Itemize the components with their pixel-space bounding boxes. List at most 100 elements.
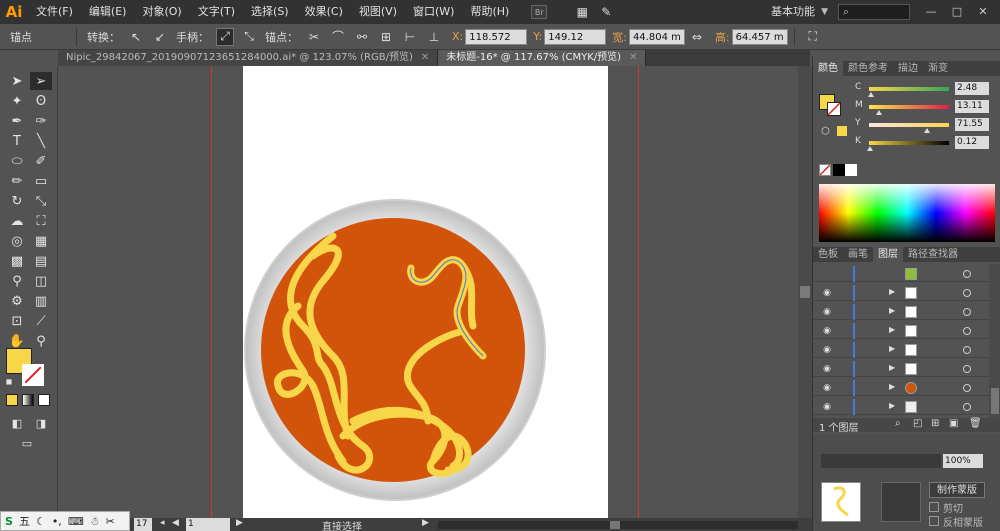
pen-tool-icon[interactable]: ✒ [6, 112, 28, 130]
paintbrush-tool-icon[interactable]: ✐ [30, 152, 52, 170]
eye-icon[interactable]: ◉ [821, 325, 833, 337]
scroll-thumb[interactable] [991, 388, 999, 414]
symbol-sprayer-tool-icon[interactable]: ⚙ [6, 292, 28, 310]
connect-anchor-icon[interactable]: ⌒ [329, 28, 347, 46]
lasso-tool-icon[interactable]: ʘ [30, 92, 52, 110]
search-input[interactable]: ⌕ [838, 4, 910, 20]
color-mode-icon[interactable] [6, 394, 18, 406]
artboard[interactable] [243, 66, 608, 518]
eye-icon[interactable]: ◉ [821, 401, 833, 413]
target-icon[interactable] [963, 327, 971, 335]
stroke-swatch[interactable] [22, 364, 44, 386]
width-field[interactable]: 44.804 m [628, 28, 685, 45]
layer-row[interactable]: ◉ ▶ [813, 323, 989, 339]
expand-arrow-icon[interactable]: ▶ [889, 306, 895, 315]
layer-row[interactable]: ◉ ▶ [813, 342, 989, 358]
default-colors-icon[interactable]: ◼ [4, 376, 14, 386]
eye-icon[interactable]: ◉ [821, 382, 833, 394]
tab-swatches[interactable]: 色板 [813, 247, 843, 262]
slider-track[interactable] [869, 105, 949, 109]
cut-path-icon[interactable]: ⚯ [353, 28, 371, 46]
tab-layers[interactable]: 图层 [873, 247, 903, 262]
horizontal-scrollbar[interactable] [438, 521, 798, 529]
target-icon[interactable] [963, 346, 971, 354]
blend-tool-icon[interactable]: ◫ [30, 272, 52, 290]
remove-anchor-icon[interactable]: ✂ [305, 28, 323, 46]
magic-wand-tool-icon[interactable]: ✦ [6, 92, 28, 110]
convert-smooth-icon[interactable]: ↙ [151, 28, 169, 46]
menu-file[interactable]: 文件(F) [28, 0, 81, 24]
slider-thumb[interactable] [923, 128, 930, 133]
new-layer-icon[interactable]: ▣ [949, 418, 958, 429]
layer-row[interactable]: ◉ ▶ [813, 380, 989, 396]
tab-color-guide[interactable]: 颜色参考 [843, 61, 893, 76]
slider-track[interactable] [869, 141, 949, 145]
clip-checkbox[interactable] [929, 502, 939, 512]
artboard-field[interactable]: 1 [186, 518, 230, 531]
target-icon[interactable] [963, 384, 971, 392]
perspective-grid-tool-icon[interactable]: ▦ [30, 232, 52, 250]
status-menu-icon[interactable]: ▶ [422, 518, 429, 528]
scroll-thumb[interactable] [610, 521, 620, 529]
layer-row[interactable]: ◉ ▶ [813, 304, 989, 320]
make-mask-button[interactable]: 制作蒙版 [929, 482, 985, 498]
none-swatch[interactable] [819, 164, 831, 176]
gpu-icon[interactable]: ✎ [597, 3, 615, 21]
delete-layer-icon[interactable]: 🗑 [969, 418, 982, 429]
slider-track[interactable] [869, 123, 949, 127]
invert-mask-checkbox[interactable] [929, 516, 939, 526]
slider-value[interactable]: 0.12 [955, 136, 989, 149]
slice-tool-icon[interactable]: ⟋ [30, 312, 52, 330]
free-transform-tool-icon[interactable]: ⛶ [30, 212, 52, 230]
moon-icon[interactable]: ☾ [36, 515, 46, 528]
eyedropper-tool-icon[interactable]: ⚲ [6, 272, 28, 290]
menu-edit[interactable]: 编辑(E) [81, 0, 135, 24]
slider-track[interactable] [869, 87, 949, 91]
target-icon[interactable] [963, 365, 971, 373]
menu-effect[interactable]: 效果(C) [297, 0, 351, 24]
menu-view[interactable]: 视图(V) [351, 0, 405, 24]
convert-corner-icon[interactable]: ↖ [127, 28, 145, 46]
slider-thumb[interactable] [876, 110, 883, 115]
close-icon[interactable]: ✕ [629, 52, 637, 63]
show-handles-icon[interactable]: ⤢ [216, 27, 234, 46]
slider-value[interactable]: 71.55 [955, 118, 989, 131]
rotate-tool-icon[interactable]: ↻ [6, 192, 28, 210]
none-mode-icon[interactable] [38, 394, 50, 406]
slider-thumb[interactable] [867, 92, 874, 97]
skin-icon[interactable]: ☃ [90, 515, 100, 528]
menu-select[interactable]: 选择(S) [243, 0, 297, 24]
artboard-tool-icon[interactable]: ⊡ [6, 312, 28, 330]
eye-icon[interactable]: ◉ [821, 363, 833, 375]
arrange-documents-icon[interactable]: ▦ [573, 3, 591, 21]
target-icon[interactable] [963, 270, 971, 278]
canvas[interactable] [58, 66, 798, 518]
soup-circle[interactable] [261, 218, 525, 482]
warp-tool-icon[interactable]: ☁ [6, 212, 28, 230]
column-graph-tool-icon[interactable]: ▥ [30, 292, 52, 310]
transform-icon[interactable]: ⛶ [804, 28, 822, 46]
magenta-slider[interactable]: M 13.11 [855, 100, 995, 115]
locate-object-icon[interactable]: ⌕ [895, 418, 901, 429]
menu-window[interactable]: 窗口(W) [405, 0, 462, 24]
link-icon[interactable]: ⇔ [688, 28, 706, 46]
menu-help[interactable]: 帮助(H) [462, 0, 517, 24]
layer-row[interactable]: ◉ ▶ [813, 285, 989, 301]
expand-arrow-icon[interactable]: ▶ [889, 382, 895, 391]
isolate-icon[interactable]: ⊞ [377, 28, 395, 46]
layer-row[interactable]: ◉ ▶ [813, 399, 989, 415]
target-icon[interactable] [963, 289, 971, 297]
bowl-artwork[interactable] [243, 66, 608, 518]
expand-arrow-icon[interactable]: ▶ [889, 325, 895, 334]
clipping-mask-icon[interactable]: ◰ [913, 418, 922, 429]
expand-arrow-icon[interactable]: ▶ [889, 401, 895, 410]
color-spectrum[interactable] [819, 184, 995, 242]
mask-thumbnail[interactable] [881, 482, 921, 522]
line-tool-icon[interactable]: ╲ [30, 132, 52, 150]
ellipse-tool-icon[interactable]: ⬭ [6, 152, 28, 170]
white-swatch[interactable] [845, 164, 857, 176]
tab-pathfinder[interactable]: 路径查找器 [903, 247, 963, 262]
eye-icon[interactable]: ◉ [821, 344, 833, 356]
settings-icon[interactable]: ✂ [106, 515, 115, 528]
stroke-swatch[interactable] [827, 102, 841, 116]
